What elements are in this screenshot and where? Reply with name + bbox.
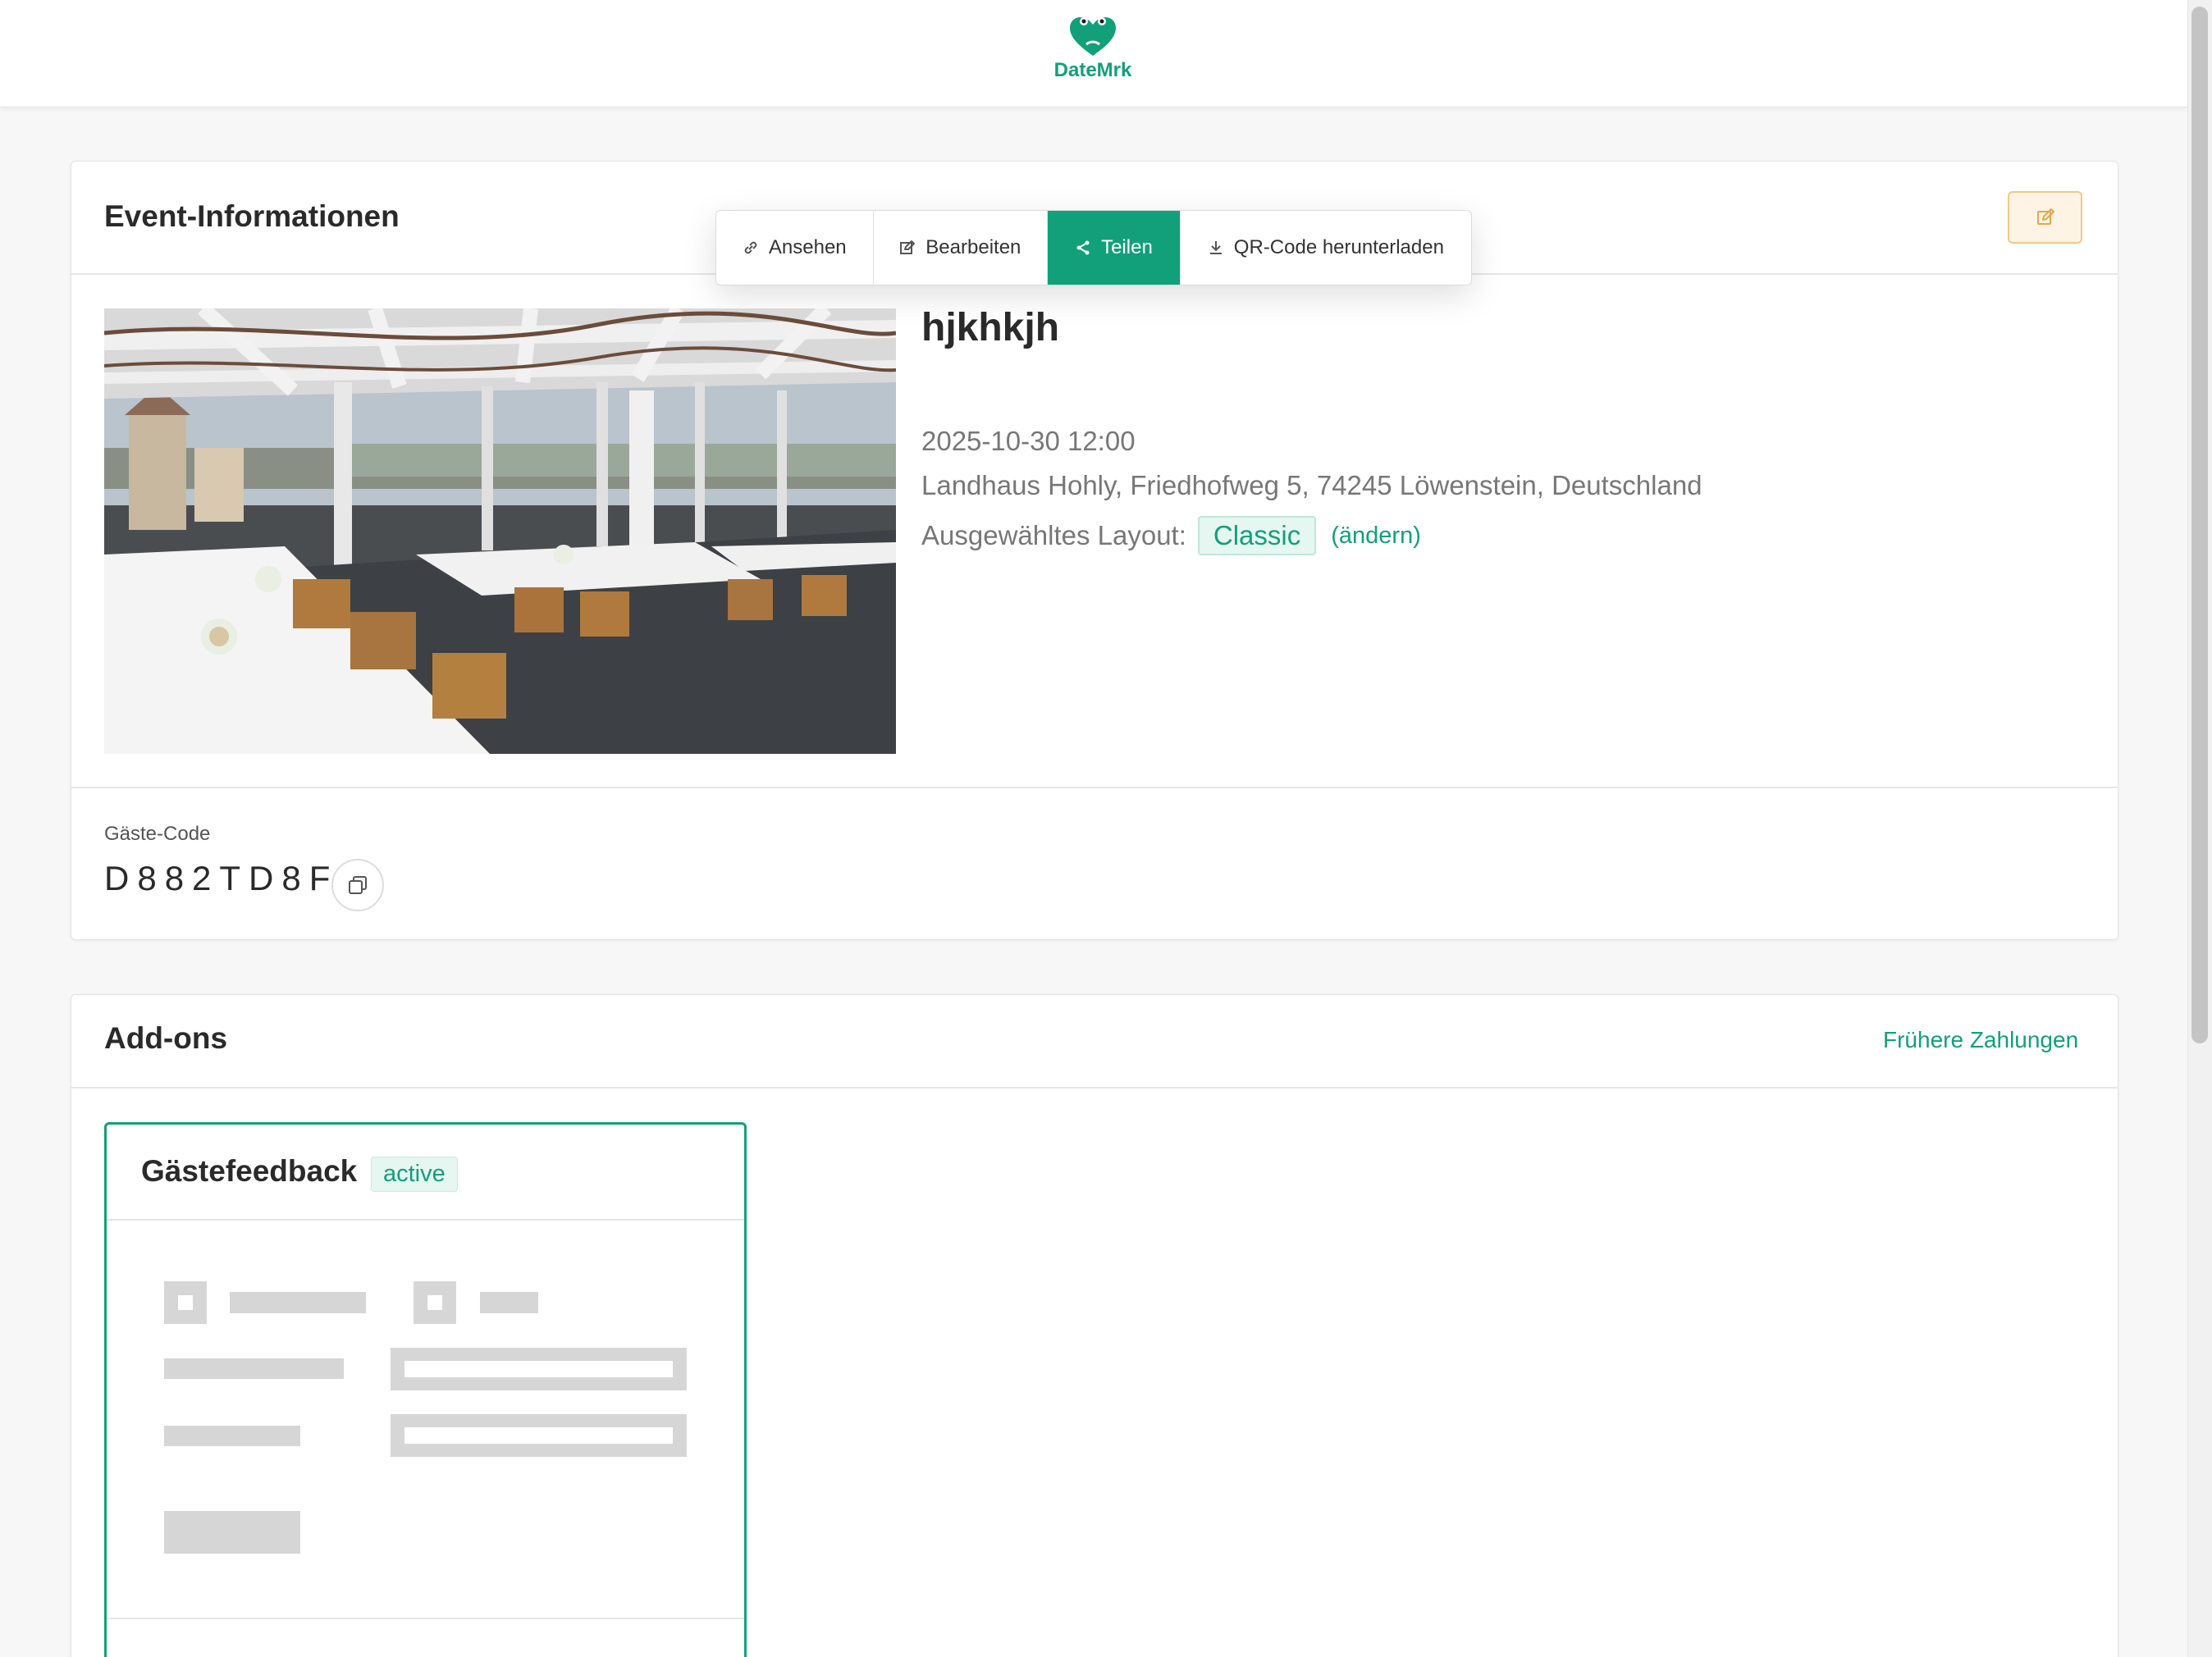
menu-item-qr-download-label: QR-Code herunterladen: [1233, 236, 1444, 258]
skeleton-checkbox-inner: [178, 1295, 193, 1310]
download-icon: [1209, 241, 1222, 254]
menu-item-view-label: Ansehen: [768, 236, 847, 258]
event-address: Landhaus Hohly, Friedhofweg 5, 74245 Löw…: [921, 470, 1702, 500]
copy-code-button[interactable]: [331, 859, 384, 911]
menu-item-edit-label: Bearbeiten: [925, 236, 1021, 258]
event-photo: [104, 308, 896, 754]
skeleton-button: [164, 1511, 300, 1554]
brand-name: DateMrk: [1053, 59, 1132, 81]
skeleton-line: [164, 1358, 344, 1379]
card-divider: [71, 787, 2118, 788]
link-icon: [744, 241, 757, 254]
skeleton-checkbox-inner: [427, 1295, 442, 1310]
menu-item-qr-download[interactable]: QR-Code herunterladen: [1181, 211, 1471, 285]
addon-divider: [107, 1618, 744, 1619]
scrollbar-thumb[interactable]: [2191, 7, 2208, 1043]
skeleton-line: [164, 1426, 300, 1446]
copy-icon: [349, 876, 367, 894]
brand-logo[interactable]: DateMrk: [1035, 15, 1150, 97]
edit-icon: [2036, 208, 2054, 225]
skeleton-input-inner: [404, 1361, 673, 1377]
addons-title: Add-ons: [104, 1021, 228, 1055]
edit-event-button[interactable]: [2008, 191, 2082, 244]
frog-heart-icon: [1070, 17, 1116, 56]
venue-photo: [104, 308, 896, 754]
event-actions-menu: Ansehen Bearbeiten Teilen QR-Code herunt…: [715, 210, 1472, 285]
layout-row: Ausgewähltes Layout: Classic (ändern): [921, 516, 1421, 555]
change-layout-link[interactable]: (ändern): [1331, 523, 1421, 550]
skeleton-line: [230, 1292, 366, 1313]
addon-divider: [107, 1219, 744, 1221]
status-badge: active: [371, 1157, 458, 1192]
menu-item-edit[interactable]: Bearbeiten: [874, 211, 1049, 285]
menu-item-share[interactable]: Teilen: [1048, 211, 1181, 285]
edit-icon: [900, 240, 916, 254]
addon-title: Gästefeedback: [141, 1154, 358, 1188]
skeleton-input-inner: [404, 1427, 673, 1444]
event-info-title: Event-Informationen: [104, 199, 400, 233]
guest-code-label: Gäste-Code: [104, 823, 211, 845]
layout-badge: Classic: [1197, 516, 1317, 555]
previous-payments-link[interactable]: Frühere Zahlungen: [1883, 1027, 2078, 1053]
card-divider: [71, 1087, 2118, 1089]
event-name: hjkhkjh: [921, 306, 1060, 349]
layout-label: Ausgewähltes Layout:: [921, 520, 1186, 550]
skeleton-line: [480, 1292, 538, 1313]
guest-code-value: D882TD8F: [104, 859, 339, 897]
event-date: 2025-10-30 12:00: [921, 426, 1136, 456]
share-icon: [1076, 240, 1090, 255]
menu-item-share-label: Teilen: [1101, 236, 1153, 258]
menu-item-view[interactable]: Ansehen: [716, 211, 874, 285]
